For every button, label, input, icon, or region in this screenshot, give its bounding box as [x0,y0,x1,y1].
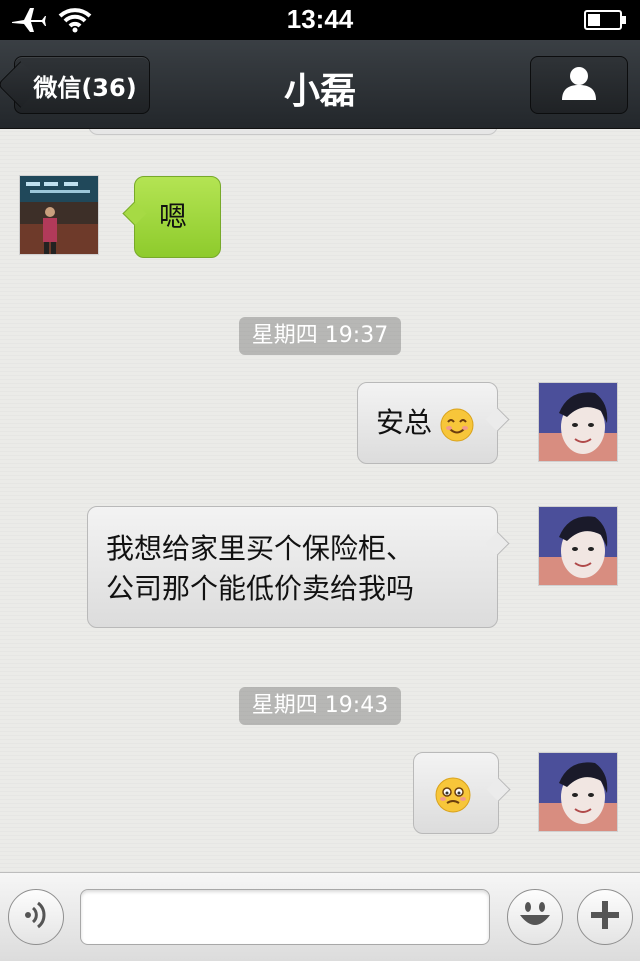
smile-emoji-icon [440,408,474,453]
status-bar: 13:44 [0,0,640,40]
timestamp: 星期四 19:37 [239,317,401,355]
nav-bar: 微信(36) 小磊 [0,40,640,129]
avatar-self[interactable] [538,382,618,462]
message-bubble-received[interactable]: 嗯 [134,176,221,258]
emoji-button[interactable] [507,889,563,945]
smiley-icon [515,895,555,939]
avatar-contact[interactable] [19,175,99,255]
plus-icon [587,897,623,937]
message-text: 安总 [376,406,433,439]
page-title: 小磊 [283,71,356,112]
message-bubble-sent[interactable] [413,752,499,834]
shy-emoji-icon [435,777,471,824]
message-text: 嗯 [159,200,188,233]
profile-button[interactable] [530,56,628,114]
voice-icon [20,899,52,935]
message-input[interactable] [80,889,490,945]
message-text-line: 公司那个能低价卖给我吗 [106,572,415,605]
message-bubble-sent[interactable]: 我想给家里买个保险柜、 公司那个能低价卖给我吗 [87,506,498,628]
add-button[interactable] [577,889,633,945]
voice-button[interactable] [8,889,64,945]
back-button-label: 微信(36) [33,73,137,102]
avatar-self[interactable] [538,752,618,832]
chat-area[interactable]: 嗯 星期四 19:37 安总 我想给家里买个保险柜、 公司那个能低价卖给我吗 星… [0,129,640,872]
person-icon [560,64,598,106]
avatar-self[interactable] [538,506,618,586]
back-button[interactable]: 微信(36) [14,56,150,114]
battery-icon [584,9,628,35]
message-text-line: 我想给家里买个保险柜、 [106,532,415,565]
message-bubble-sent[interactable]: 安总 [357,382,498,464]
status-time: 13:44 [286,4,354,34]
timestamp: 星期四 19:43 [239,687,401,725]
input-toolbar [0,872,640,961]
message-bubble-partial [88,129,498,135]
